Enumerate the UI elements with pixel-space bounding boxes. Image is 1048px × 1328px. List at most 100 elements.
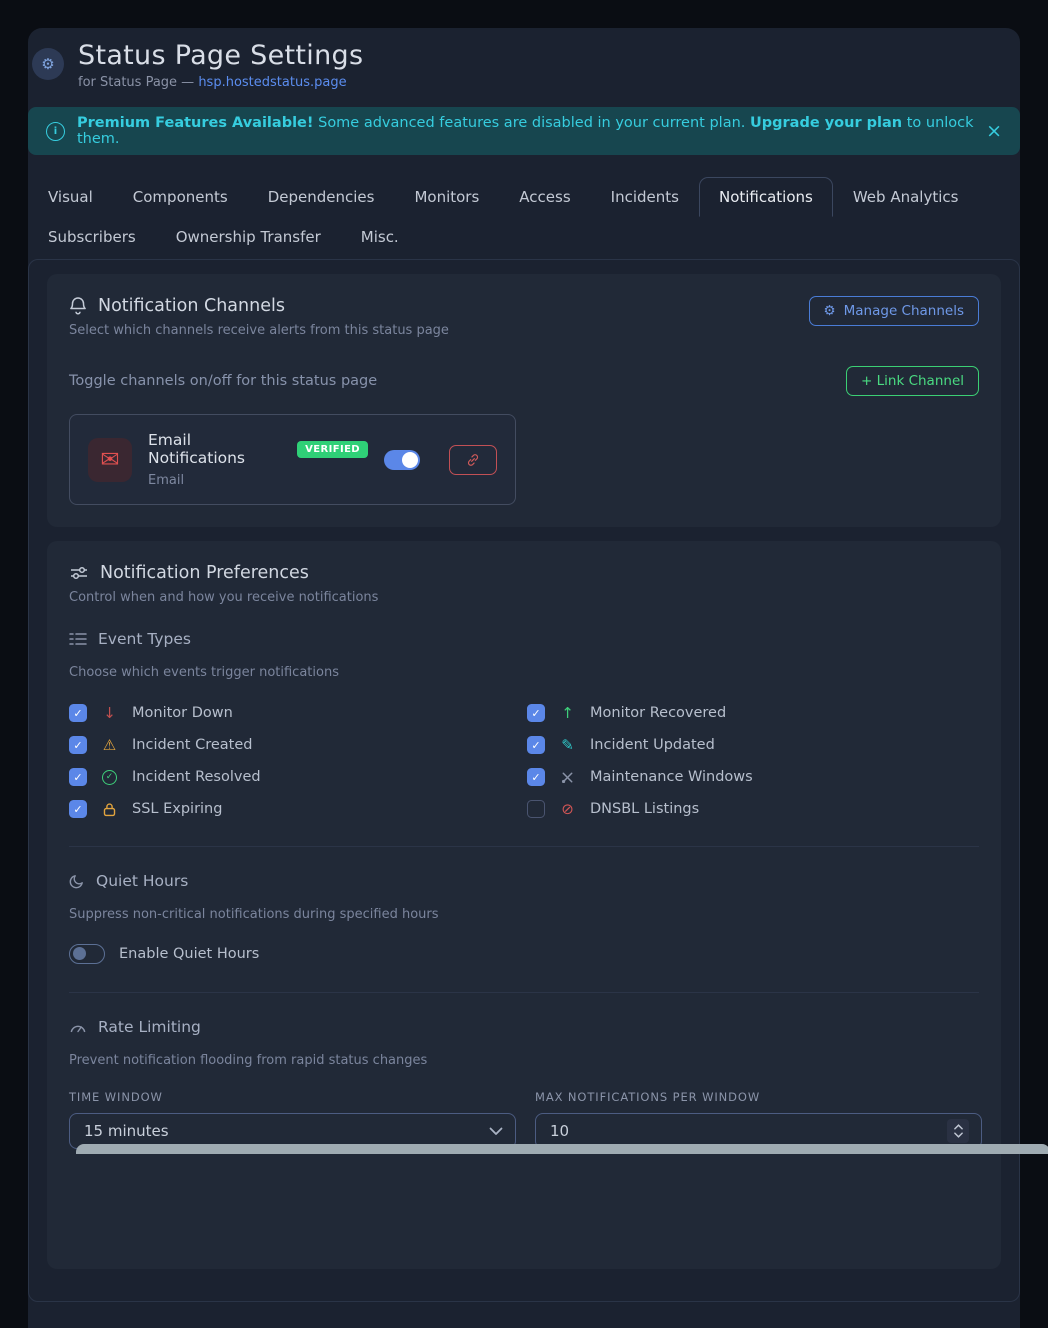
preferences-subtitle: Control when and how you receive notific… [69, 590, 979, 605]
gear-icon: ⚙ [32, 48, 64, 80]
notification-channels-card: Notification Channels Select which chann… [47, 274, 1001, 527]
event-icon: ↓ [100, 706, 119, 721]
event-types-subtitle: Choose which events trigger notification… [69, 665, 979, 680]
event-icon: ⊘ [558, 802, 577, 817]
channels-subtitle: Select which channels receive alerts fro… [69, 323, 449, 338]
link-channel-button[interactable]: + Link Channel [846, 366, 979, 396]
settings-tabs: VisualComponentsDependenciesMonitorsAcce… [28, 177, 1020, 257]
event-label: Incident Resolved [132, 769, 261, 785]
chevron-down-icon [489, 1127, 503, 1136]
banner-body: Some advanced features are disabled in y… [314, 115, 751, 131]
link-channel-label: + Link Channel [861, 373, 964, 389]
quiet-hours-subtitle: Suppress non-critical notifications duri… [69, 907, 979, 922]
notification-preferences-card: Notification Preferences Control when an… [47, 541, 1001, 1269]
chevron-down-icon [954, 1132, 963, 1138]
event-label: Incident Created [132, 737, 252, 753]
tab-row-2: SubscribersOwnership TransferMisc. [28, 217, 1020, 257]
event-icon [558, 770, 577, 785]
upgrade-plan-link[interactable]: Upgrade your plan [750, 115, 902, 131]
channel-list: ✉ Email Notifications VERIFIED Email [69, 414, 979, 505]
sliders-icon [69, 564, 89, 582]
event-checkbox[interactable] [69, 736, 87, 754]
event-label: Incident Updated [590, 737, 715, 753]
quiet-hours-toggle[interactable] [69, 944, 105, 964]
event-icon [100, 802, 119, 817]
rate-limiting-title-row: Rate Limiting [69, 1018, 979, 1036]
event-types-title-row: Event Types [69, 630, 979, 648]
bell-icon [69, 296, 87, 316]
tab[interactable]: Web Analytics [833, 177, 979, 217]
page-subtitle: for Status Page — hsp.hostedstatus.page [78, 75, 363, 90]
channel-toggle[interactable] [384, 450, 420, 470]
divider [69, 992, 979, 993]
chain-link-icon [465, 452, 481, 468]
premium-banner: i Premium Features Available! Some advan… [28, 107, 1020, 155]
event-type-row: ✓ Incident Resolved [69, 768, 527, 786]
banner-title: Premium Features Available! [77, 115, 314, 131]
subtitle-text: for Status Page — [78, 75, 198, 90]
page-title: Status Page Settings [78, 40, 363, 71]
event-icon: ✎ [558, 738, 577, 753]
channel-type: Email [148, 473, 368, 488]
unlink-channel-button[interactable] [449, 445, 497, 475]
close-icon[interactable]: × [986, 122, 1002, 141]
gear-icon: ⚙ [824, 303, 836, 319]
tab[interactable]: Access [499, 177, 590, 217]
tab[interactable]: Components [113, 177, 248, 217]
number-stepper[interactable] [947, 1119, 969, 1143]
event-types-title: Event Types [98, 630, 191, 648]
manage-channels-label: Manage Channels [844, 303, 964, 319]
tab[interactable]: Incidents [591, 177, 699, 217]
tab[interactable]: Dependencies [248, 177, 395, 217]
channel-name: Email Notifications [148, 431, 286, 467]
email-icon: ✉ [88, 438, 132, 482]
event-type-row: ⊘ DNSBL Listings [527, 800, 979, 818]
quiet-hours-title: Quiet Hours [96, 872, 188, 890]
page-header: ⚙ Status Page Settings for Status Page —… [28, 28, 1020, 90]
event-type-row: ✎ Incident Updated [527, 736, 979, 754]
tab-row-1: VisualComponentsDependenciesMonitorsAcce… [28, 177, 1020, 217]
event-checkbox[interactable] [69, 704, 87, 722]
rate-limiting-title: Rate Limiting [98, 1018, 201, 1036]
preferences-title: Notification Preferences [100, 563, 309, 583]
event-checkbox[interactable] [527, 704, 545, 722]
tab[interactable]: Visual [28, 177, 113, 217]
tab[interactable]: Subscribers [28, 217, 156, 257]
quiet-hours-toggle-label: Enable Quiet Hours [119, 946, 259, 962]
status-page-link[interactable]: hsp.hostedstatus.page [198, 75, 346, 90]
event-type-row: ↑ Monitor Recovered [527, 704, 979, 722]
channels-toggle-hint: Toggle channels on/off for this status p… [69, 373, 377, 389]
event-type-row: ⚠ Incident Created [69, 736, 527, 754]
event-checkbox[interactable] [527, 768, 545, 786]
event-type-row: SSL Expiring [69, 800, 527, 818]
event-checkbox[interactable] [527, 800, 545, 818]
max-notifications-label: MAX NOTIFICATIONS PER WINDOW [535, 1090, 982, 1104]
event-icon: ↑ [558, 706, 577, 721]
tab[interactable]: Notifications [699, 177, 833, 217]
event-label: Maintenance Windows [590, 769, 753, 785]
tab[interactable]: Monitors [394, 177, 499, 217]
tab[interactable]: Ownership Transfer [156, 217, 341, 257]
preferences-title-row: Notification Preferences [69, 563, 979, 583]
event-checkbox[interactable] [69, 800, 87, 818]
event-checkbox[interactable] [69, 768, 87, 786]
event-types-grid: ↓ Monitor Down ↑ Monitor Recovered ⚠ Inc… [69, 704, 979, 818]
event-type-row: ↓ Monitor Down [69, 704, 527, 722]
max-notifications-value: 10 [550, 1122, 569, 1140]
event-type-row: Maintenance Windows [527, 768, 979, 786]
info-icon: i [46, 122, 65, 141]
divider [69, 846, 979, 847]
next-section-partial [76, 1144, 1048, 1154]
event-label: Monitor Down [132, 705, 233, 721]
moon-icon [69, 873, 85, 889]
quiet-hours-title-row: Quiet Hours [69, 872, 979, 890]
tab[interactable]: Misc. [341, 217, 419, 257]
channels-title: Notification Channels [98, 296, 285, 316]
channels-title-row: Notification Channels [69, 296, 449, 316]
time-window-value: 15 minutes [84, 1122, 169, 1140]
event-checkbox[interactable] [527, 736, 545, 754]
event-icon: ✓ [100, 770, 119, 785]
settings-panel: ⚙ Status Page Settings for Status Page —… [28, 28, 1020, 1328]
chevron-up-icon [954, 1124, 963, 1130]
manage-channels-button[interactable]: ⚙ Manage Channels [809, 296, 979, 326]
